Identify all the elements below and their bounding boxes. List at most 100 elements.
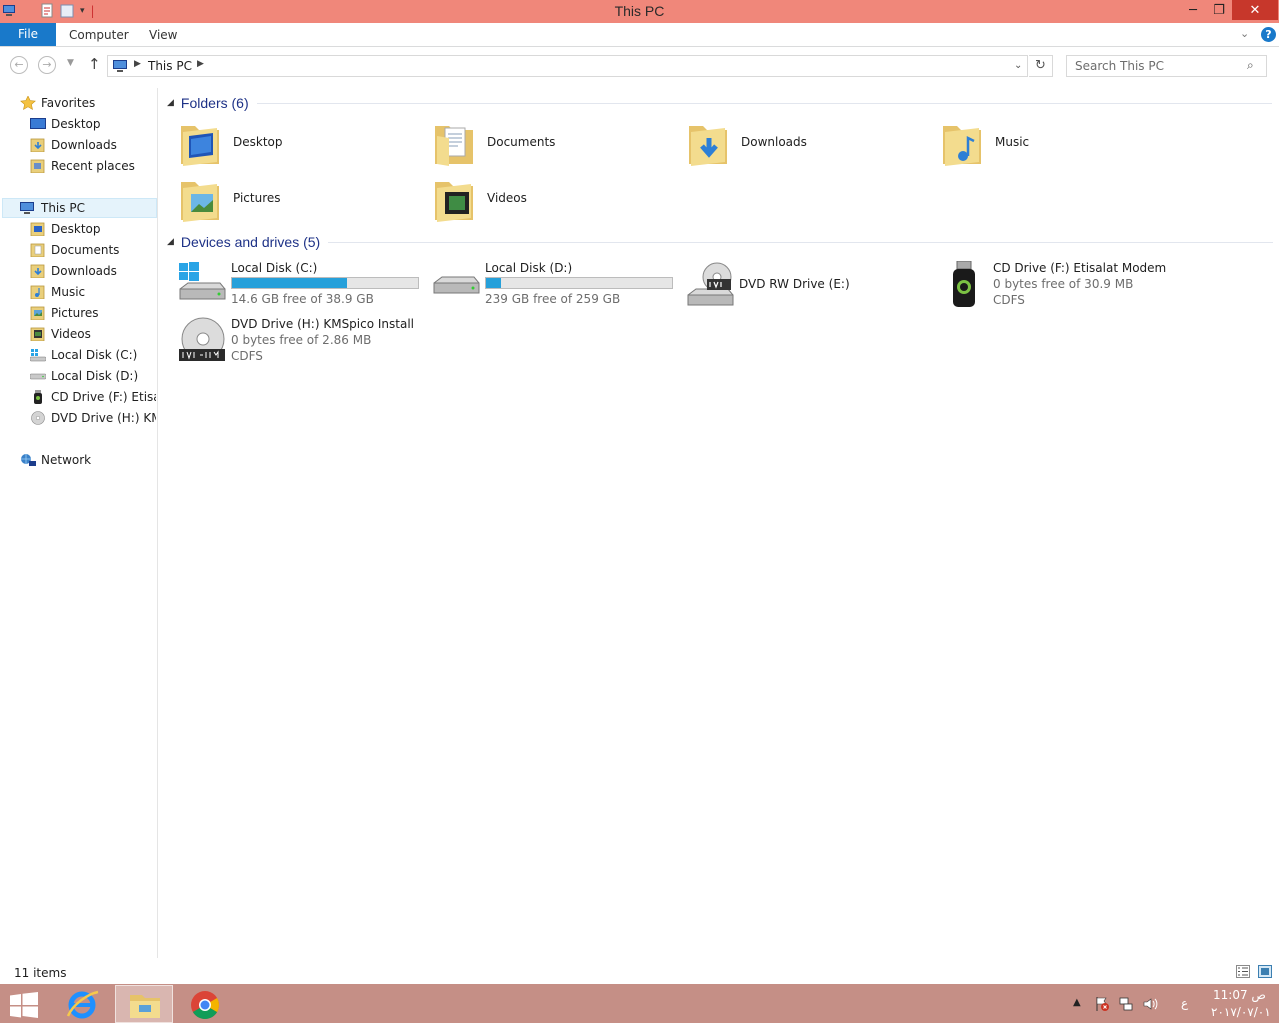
folder-videos[interactable]: Videos <box>433 174 683 228</box>
folder-label: Desktop <box>233 135 283 149</box>
show-hidden-icons-chevron-icon[interactable]: ▲ <box>1073 997 1081 1008</box>
nav-fav-recent-places[interactable]: Recent places <box>28 156 156 176</box>
desktop-folder-icon <box>181 126 219 166</box>
folders-group-header[interactable]: ◢ Folders (6) <box>167 93 1272 113</box>
input-language-indicator[interactable]: ع <box>1181 996 1188 1010</box>
up-button[interactable]: ↑ <box>88 55 101 73</box>
tab-view[interactable]: View <box>149 23 177 46</box>
dvd-rom-icon <box>179 317 225 361</box>
nav-pc-documents[interactable]: Documents <box>28 240 156 260</box>
details-view-icon[interactable] <box>1236 965 1250 978</box>
folder-pictures[interactable]: Pictures <box>179 174 429 228</box>
hard-drive-icon <box>433 276 480 294</box>
content-pane: ◢ Folders (6) Desktop Documents Download… <box>159 88 1279 958</box>
title-bar: ▾ | This PC ─ ❐ ✕ <box>0 0 1279 23</box>
nav-pc-videos[interactable]: Videos <box>28 324 156 344</box>
nav-favorites[interactable]: Favorites <box>18 93 156 113</box>
item-count: 11 items <box>14 966 67 980</box>
drive-free-space: 14.6 GB free of 38.9 GB <box>231 292 374 306</box>
windows-logo-icon[interactable] <box>10 992 38 1018</box>
folder-music[interactable]: Music <box>941 118 1191 172</box>
nav-item-label: Pictures <box>51 306 99 320</box>
nav-item-label: Local Disk (C:) <box>51 348 138 362</box>
breadcrumb-this-pc[interactable]: This PC <box>148 59 192 73</box>
nav-fav-downloads[interactable]: Downloads <box>28 135 156 155</box>
back-button[interactable]: ← <box>10 56 28 74</box>
drive-filesystem: CDFS <box>993 293 1025 307</box>
forward-button[interactable]: → <box>38 56 56 74</box>
search-box[interactable]: ⌕ <box>1066 55 1267 77</box>
close-button[interactable]: ✕ <box>1232 0 1278 20</box>
breadcrumb-separator-icon[interactable]: ▶ <box>197 59 204 69</box>
drive-dvd-h-kmspico[interactable]: DVD Drive (H:) KMSpico Install 0 bytes f… <box>177 317 427 373</box>
network-status-icon[interactable] <box>1118 996 1134 1012</box>
nav-pc-pictures[interactable]: Pictures <box>28 303 156 323</box>
folder-downloads[interactable]: Downloads <box>687 118 937 172</box>
recent-locations-chevron-icon[interactable]: ▼ <box>67 58 74 68</box>
internet-explorer-button[interactable] <box>53 985 111 1023</box>
window-title: This PC <box>614 3 665 19</box>
drive-label: DVD RW Drive (E:) <box>739 277 850 291</box>
nav-pc-music[interactable]: Music <box>28 282 156 302</box>
nav-pc-downloads[interactable]: Downloads <box>28 261 156 281</box>
folder-label: Documents <box>487 135 556 149</box>
recent-places-icon <box>30 159 45 173</box>
drive-local-disk-c[interactable]: Local Disk (C:) 14.6 GB free of 38.9 GB <box>177 261 427 317</box>
drive-local-disk-d[interactable]: Local Disk (D:) 239 GB free of 259 GB <box>431 261 681 317</box>
nav-fav-desktop[interactable]: Desktop <box>28 114 156 134</box>
drive-label: DVD Drive (H:) KMSpico Install <box>231 317 415 331</box>
drive-label: Local Disk (C:) <box>231 261 318 275</box>
nav-item-label: DVD Drive (H:) KMSp <box>51 411 156 425</box>
nav-pc-desktop[interactable]: Desktop <box>28 219 156 239</box>
nav-this-pc[interactable]: This PC <box>2 198 157 218</box>
devices-group-header[interactable]: ◢ Devices and drives (5) <box>167 232 1274 252</box>
folder-label: Downloads <box>741 135 807 149</box>
clock-date[interactable]: ٢٠١٧/٠٧/٠١ <box>1211 1005 1271 1019</box>
nav-network[interactable]: Network <box>18 450 156 470</box>
pictures-folder-icon <box>181 182 219 222</box>
music-folder-icon <box>30 285 45 299</box>
maximize-button[interactable]: ❐ <box>1206 0 1232 20</box>
clock-time[interactable]: 11:07 ص <box>1213 988 1266 1002</box>
folder-documents[interactable]: Documents <box>433 118 683 172</box>
minimize-button[interactable]: ─ <box>1180 0 1206 20</box>
group-title: Devices and drives (5) <box>180 234 321 250</box>
help-icon[interactable]: ? <box>1261 27 1276 42</box>
collapse-triangle-icon[interactable]: ◢ <box>167 237 174 247</box>
file-explorer-button[interactable] <box>115 985 173 1023</box>
folder-desktop[interactable]: Desktop <box>179 118 429 172</box>
expand-ribbon-chevron-icon[interactable]: ⌄ <box>1240 27 1249 40</box>
address-bar[interactable]: ▶ This PC ▶ ⌄ <box>107 55 1028 77</box>
nav-item-label: Desktop <box>51 117 101 131</box>
collapse-triangle-icon[interactable]: ◢ <box>167 98 174 108</box>
usb-modem-icon <box>953 261 975 307</box>
search-input[interactable] <box>1067 56 1242 76</box>
nav-pc-cd-drive-f[interactable]: CD Drive (F:) Etisalat <box>28 387 156 407</box>
drive-usage-fill <box>486 278 501 288</box>
internet-explorer-icon <box>66 990 99 1019</box>
large-icons-view-icon[interactable] <box>1258 965 1272 978</box>
volume-icon[interactable] <box>1142 996 1158 1012</box>
breadcrumb-separator-icon[interactable]: ▶ <box>134 59 141 69</box>
nav-item-label: Desktop <box>51 222 101 236</box>
drive-dvd-rw-e[interactable]: DVD RW Drive (E:) <box>685 261 935 317</box>
folder-label: Pictures <box>233 191 281 205</box>
nav-pc-local-disk-c[interactable]: Local Disk (C:) <box>28 345 156 365</box>
action-center-flag-icon[interactable] <box>1094 996 1110 1012</box>
search-icon[interactable]: ⌕ <box>1247 58 1254 73</box>
chrome-button[interactable] <box>176 985 234 1023</box>
computer-icon <box>20 202 34 214</box>
tab-computer[interactable]: Computer <box>69 23 129 46</box>
drive-label: CD Drive (F:) Etisalat Modem <box>993 261 1167 275</box>
nav-pc-local-disk-d[interactable]: Local Disk (D:) <box>28 366 156 386</box>
nav-item-label: Music <box>51 285 86 299</box>
nav-pc-dvd-drive-h[interactable]: DVD Drive (H:) KMSp <box>28 408 156 428</box>
refresh-button[interactable]: ↻ <box>1029 55 1053 77</box>
drive-cd-f-etisalat[interactable]: CD Drive (F:) Etisalat Modem 0 bytes fre… <box>939 261 1189 317</box>
chrome-icon <box>191 991 219 1019</box>
system-drive-icon <box>179 262 226 300</box>
address-dropdown-chevron-icon[interactable]: ⌄ <box>1014 60 1022 71</box>
tab-file[interactable]: File <box>0 23 56 46</box>
drive-label: Local Disk (D:) <box>485 261 573 275</box>
nav-item-label: Downloads <box>51 264 117 278</box>
